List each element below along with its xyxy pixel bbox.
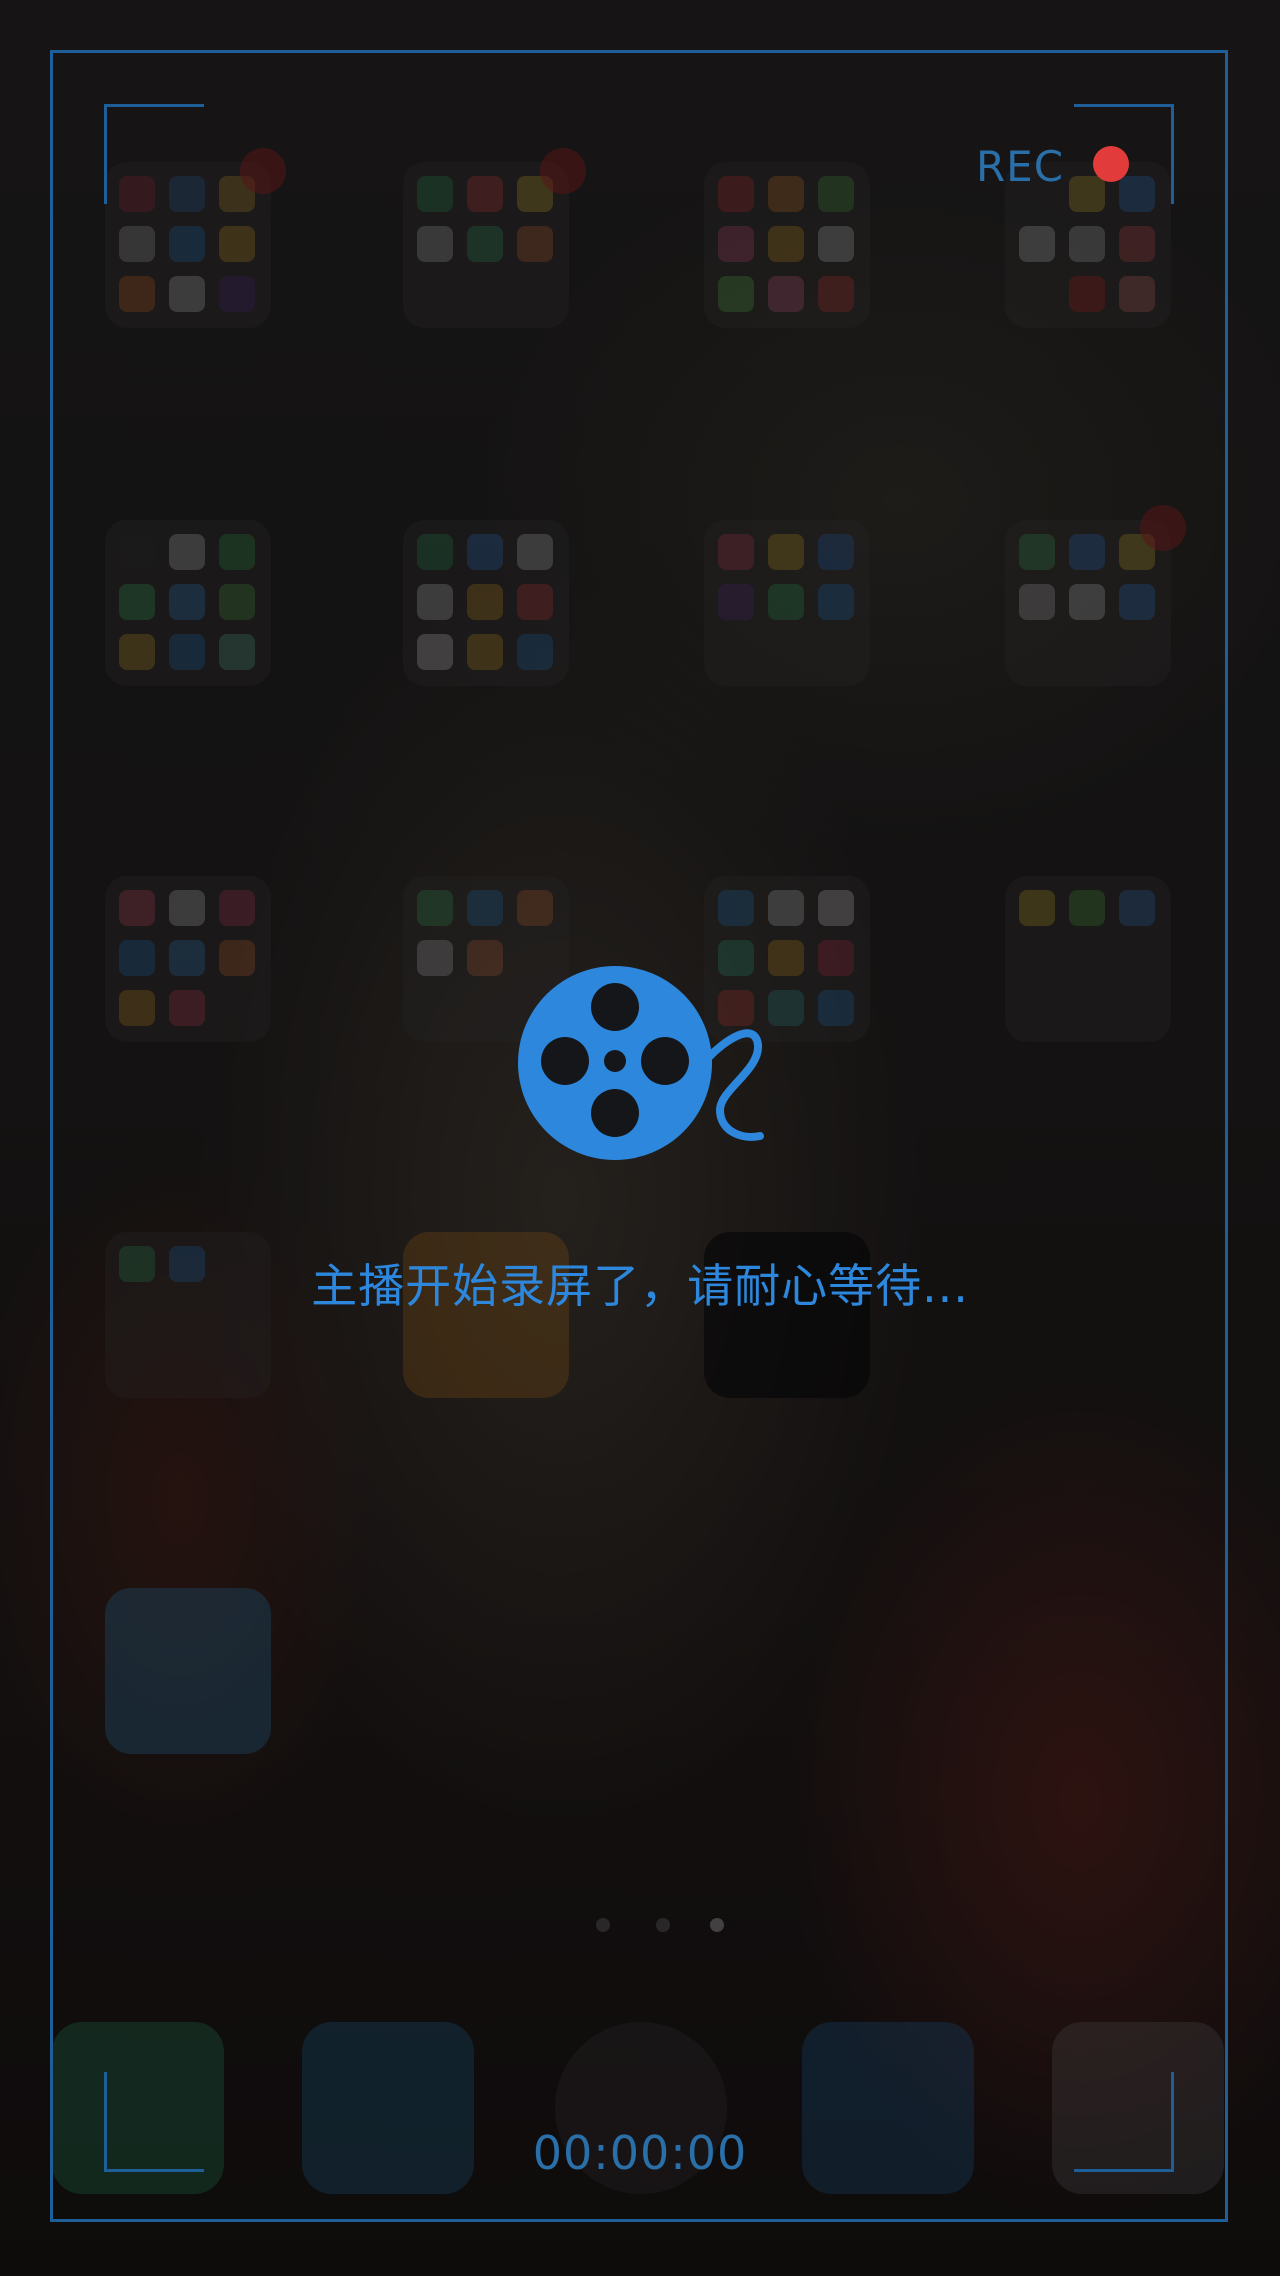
frame-corner-top-left: [104, 104, 204, 204]
record-dot-icon: [1093, 146, 1129, 182]
rec-label: REC: [976, 141, 1065, 191]
recording-timer: 00:00:00: [532, 2126, 748, 2180]
recording-status-message: 主播开始录屏了，请耐心等待...: [311, 1259, 969, 1313]
film-reel-icon: [518, 966, 764, 1160]
